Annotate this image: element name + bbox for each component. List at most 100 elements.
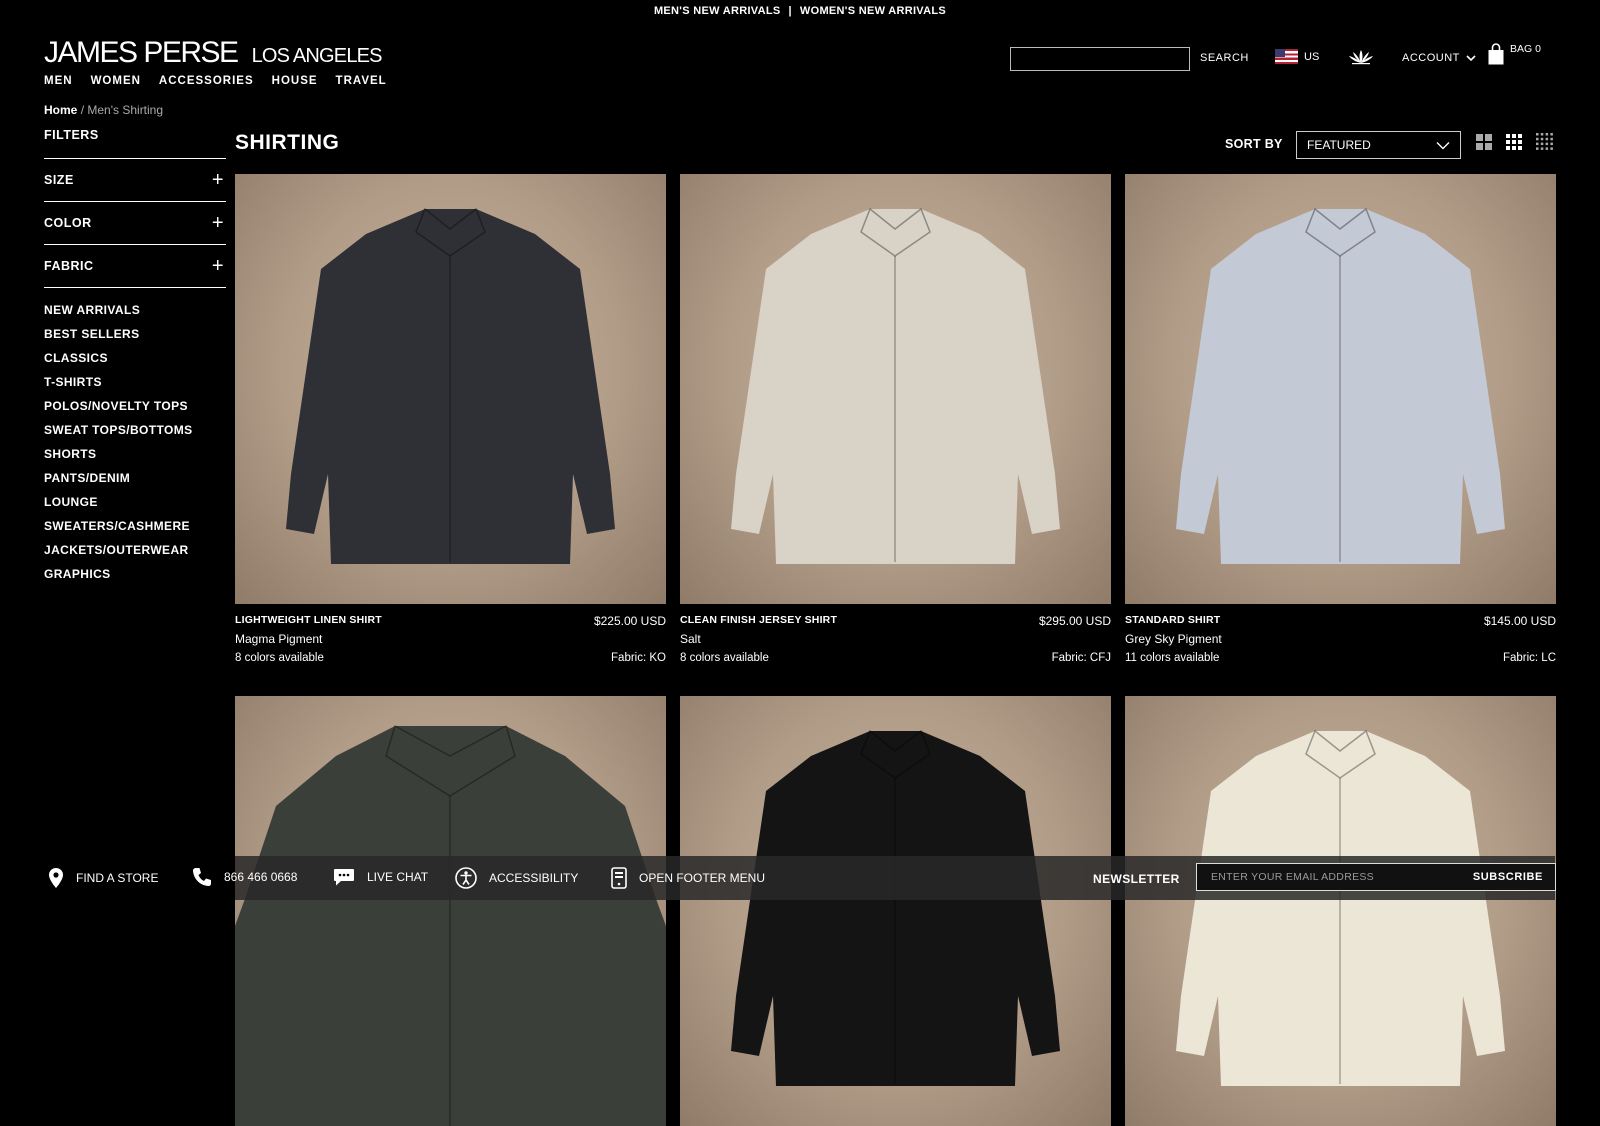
product-image[interactable] (1125, 174, 1556, 604)
nav-men[interactable]: MEN (44, 75, 73, 87)
product-color: Grey Sky Pigment (1125, 632, 1222, 646)
nav-accessories[interactable]: ACCESSORIES (159, 75, 254, 87)
accessibility-link[interactable]: ACCESSIBILITY (455, 867, 578, 889)
facet-fabric[interactable]: FABRIC + (44, 245, 226, 288)
plus-icon: + (211, 255, 224, 277)
product-name[interactable]: STANDARD SHIRT (1125, 614, 1220, 628)
product-fabric: Fabric: LC (1502, 652, 1556, 664)
breadcrumb-separator: / (80, 103, 85, 117)
category-best-sellers[interactable]: BEST SELLERS (44, 327, 139, 341)
product-image[interactable] (680, 174, 1111, 604)
newsletter-email-input[interactable] (1211, 871, 1441, 883)
live-chat-link[interactable]: LIVE CHAT (333, 867, 428, 887)
accessibility-label: ACCESSIBILITY (489, 871, 579, 885)
facet-label: SIZE (44, 173, 74, 187)
account-label: ACCOUNT (1402, 52, 1460, 64)
category-t-shirts[interactable]: T-SHIRTS (44, 375, 102, 389)
category-sweaters[interactable]: SWEATERS/CASHMERE (44, 519, 190, 533)
nav-house[interactable]: HOUSE (272, 75, 318, 87)
account-menu[interactable]: ACCOUNT (1402, 52, 1476, 64)
mens-new-arrivals-link[interactable]: MEN'S NEW ARRIVALS (654, 5, 781, 17)
product-color: Magma Pigment (235, 632, 323, 646)
promo-bar: MEN'S NEW ARRIVALS | WOMEN'S NEW ARRIVALS (0, 5, 1600, 17)
facet-label: COLOR (44, 216, 92, 230)
filters-title: FILTERS (44, 128, 226, 159)
phone-number: 866 466 0668 (224, 870, 298, 884)
womens-new-arrivals-link[interactable]: WOMEN'S NEW ARRIVALS (800, 5, 946, 17)
product-image[interactable] (235, 174, 666, 604)
brand-logo[interactable]: JAMES PERSE LOS ANGELES (44, 36, 383, 70)
product-color: Salt (680, 632, 701, 646)
locale-selector[interactable]: US (1275, 49, 1319, 64)
nav-travel[interactable]: TRAVEL (336, 75, 387, 87)
bag-count: BAG 0 (1510, 43, 1541, 55)
accessibility-icon (455, 867, 477, 889)
find-a-store-label: FIND A STORE (76, 871, 159, 885)
category-pants[interactable]: PANTS/DENIM (44, 471, 130, 485)
category-polos[interactable]: POLOS/NOVELTY TOPS (44, 399, 188, 413)
product-price: $225.00 USD (593, 614, 666, 628)
subscribe-button[interactable]: SUBSCRIBE (1473, 871, 1543, 883)
category-graphics[interactable]: GRAPHICS (44, 567, 111, 581)
product-card[interactable] (235, 696, 666, 1126)
product-fabric: Fabric: CFJ (1051, 652, 1111, 664)
main-nav: MEN WOMEN ACCESSORIES HOUSE TRAVEL (44, 75, 387, 87)
product-price: $145.00 USD (1483, 614, 1556, 628)
chevron-down-icon (1436, 141, 1450, 149)
product-name[interactable]: CLEAN FINISH JERSEY SHIRT (680, 614, 837, 628)
find-a-store-link[interactable]: FIND A STORE (48, 867, 158, 889)
facet-color[interactable]: COLOR + (44, 202, 226, 245)
sort-select[interactable]: FEATURED (1296, 131, 1461, 159)
live-chat-label: LIVE CHAT (367, 870, 429, 884)
grid-3-view-icon[interactable] (1506, 133, 1522, 150)
bag-icon (1488, 43, 1504, 65)
facet-size[interactable]: SIZE + (44, 159, 226, 202)
grid-2-view-icon[interactable] (1476, 133, 1492, 150)
shopping-bag[interactable]: BAG 0 (1488, 43, 1541, 65)
breadcrumb: Home / Men's Shirting (44, 103, 163, 117)
product-image[interactable] (680, 696, 1111, 1126)
product-image[interactable] (1125, 696, 1556, 1126)
product-grid: LIGHTWEIGHT LINEN SHIRT $225.00 USD Magm… (235, 174, 1556, 1126)
category-lounge[interactable]: LOUNGE (44, 495, 98, 509)
category-classics[interactable]: CLASSICS (44, 351, 108, 365)
grid-4-view-icon[interactable] (1536, 133, 1553, 150)
category-shorts[interactable]: SHORTS (44, 447, 96, 461)
category-sweat[interactable]: SWEAT TOPS/BOTTOMS (44, 423, 193, 437)
chevron-down-icon (1466, 55, 1476, 62)
view-toggles (1476, 133, 1553, 150)
product-card[interactable]: CLEAN FINISH JERSEY SHIRT $295.00 USD Sa… (680, 174, 1111, 682)
colors-available[interactable]: 8 colors available (235, 652, 324, 664)
breadcrumb-home[interactable]: Home (44, 103, 77, 117)
search-input[interactable] (1010, 47, 1190, 71)
sort-by-label: SORT BY (1225, 137, 1283, 151)
sticky-footer: FIND A STORE 866 466 0668 LIVE CHAT ACCE… (0, 856, 1600, 900)
product-card[interactable] (1125, 696, 1556, 1126)
product-card[interactable] (680, 696, 1111, 1126)
search-button[interactable]: SEARCH (1200, 52, 1249, 64)
sort-value: FEATURED (1307, 138, 1371, 152)
product-name[interactable]: LIGHTWEIGHT LINEN SHIRT (235, 614, 382, 628)
colors-available[interactable]: 8 colors available (680, 652, 769, 664)
plus-icon: + (211, 212, 224, 234)
newsletter-label: NEWSLETTER (1093, 872, 1180, 886)
product-card[interactable]: STANDARD SHIRT $145.00 USD Grey Sky Pigm… (1125, 174, 1556, 682)
filter-sidebar: FILTERS SIZE + COLOR + FABRIC + NEW ARRI… (44, 128, 226, 590)
category-new-arrivals[interactable]: NEW ARRIVALS (44, 303, 140, 317)
promo-separator: | (788, 5, 792, 17)
category-list: NEW ARRIVALS BEST SELLERS CLASSICS T-SHI… (44, 302, 226, 590)
phone-icon (193, 868, 211, 886)
colors-available[interactable]: 11 colors available (1125, 652, 1219, 664)
product-image[interactable] (235, 696, 666, 1126)
phone-link[interactable]: 866 466 0668 (192, 867, 297, 887)
product-card[interactable]: LIGHTWEIGHT LINEN SHIRT $225.00 USD Magm… (235, 174, 666, 682)
open-footer-menu-link[interactable]: OPEN FOOTER MENU (611, 867, 765, 889)
product-fabric: Fabric: KO (611, 652, 666, 664)
open-footer-menu-label: OPEN FOOTER MENU (639, 871, 766, 885)
lotus-icon[interactable] (1348, 49, 1374, 70)
locale-label: US (1304, 50, 1320, 63)
nav-women[interactable]: WOMEN (91, 75, 141, 87)
category-jackets[interactable]: JACKETS/OUTERWEAR (44, 543, 189, 557)
newsletter-form: SUBSCRIBE (1196, 863, 1556, 891)
us-flag-icon (1275, 49, 1298, 64)
